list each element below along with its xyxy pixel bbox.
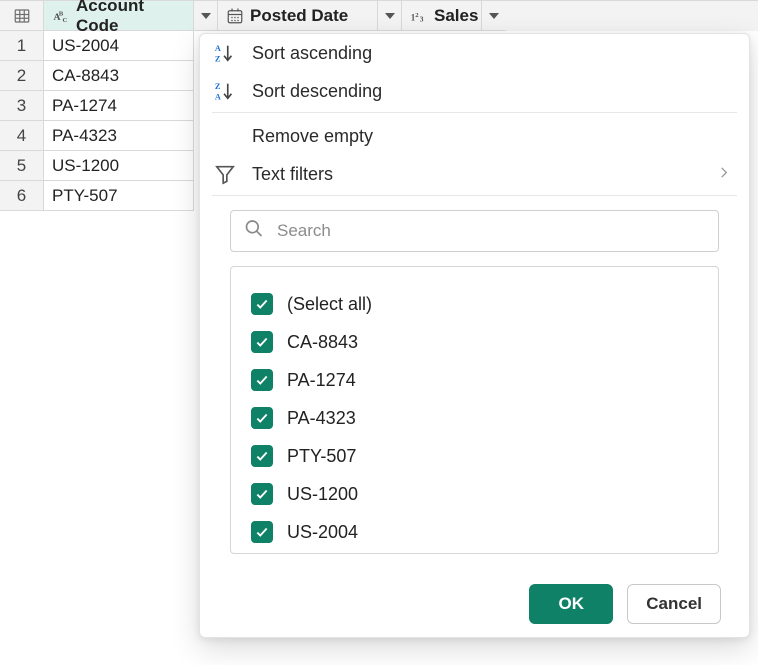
row-index: 1 — [0, 31, 44, 61]
filter-value-label: PTY-507 — [287, 446, 356, 467]
chevron-right-icon — [717, 164, 731, 185]
cell-text: US-1200 — [52, 156, 119, 176]
svg-text:Z: Z — [215, 82, 221, 91]
menu-sort-ascending[interactable]: A Z Sort ascending — [200, 34, 749, 72]
sort-desc-icon: Z A — [214, 80, 236, 102]
checkbox-checked[interactable] — [251, 483, 273, 505]
number-type-icon: 1 2 3 — [410, 7, 428, 25]
svg-text:C: C — [63, 17, 68, 24]
svg-text:B: B — [59, 10, 64, 17]
ok-button[interactable]: OK — [529, 584, 613, 624]
checkbox-checked[interactable] — [251, 407, 273, 429]
checkbox-checked[interactable] — [251, 521, 273, 543]
text-type-icon: A B C — [52, 7, 70, 25]
menu-remove-empty[interactable]: Remove empty — [200, 117, 749, 155]
menu-text-filters[interactable]: Text filters — [200, 155, 749, 193]
menu-item-label: Sort ascending — [252, 43, 372, 64]
filter-value-item[interactable]: PA-1274 — [251, 361, 698, 399]
svg-text:A: A — [215, 44, 221, 53]
checkbox-checked[interactable] — [251, 293, 273, 315]
column-filter-posted[interactable] — [378, 1, 402, 31]
check-icon — [255, 487, 269, 501]
filter-value-label: (Select all) — [287, 294, 372, 315]
cell-account[interactable]: US-2004 — [44, 31, 194, 61]
filter-value-item[interactable]: PA-4323 — [251, 399, 698, 437]
check-icon — [255, 373, 269, 387]
table-icon — [13, 7, 31, 25]
check-icon — [255, 525, 269, 539]
row-index: 4 — [0, 121, 44, 151]
row-index: 6 — [0, 181, 44, 211]
filter-value-item[interactable]: CA-8843 — [251, 323, 698, 361]
cell-account[interactable]: PTY-507 — [44, 181, 194, 211]
check-icon — [255, 297, 269, 311]
column-header-sales[interactable]: 1 2 3 Sales — [402, 1, 482, 31]
cell-account[interactable]: CA-8843 — [44, 61, 194, 91]
menu-item-label: Text filters — [252, 164, 333, 185]
filter-value-item[interactable]: PTY-507 — [251, 437, 698, 475]
header-row: A B C Account Code Posted Dat — [0, 1, 758, 31]
filter-value-item[interactable]: US-2004 — [251, 513, 698, 551]
column-header-label: Posted Date — [250, 6, 373, 26]
svg-text:3: 3 — [420, 14, 424, 23]
cell-text: CA-8843 — [52, 66, 119, 86]
column-header-posted[interactable]: Posted Date — [218, 1, 378, 31]
menu-item-label: Remove empty — [252, 126, 373, 147]
search-icon — [244, 219, 264, 244]
filter-value-label: US-2004 — [287, 522, 358, 543]
checkbox-checked[interactable] — [251, 445, 273, 467]
filter-value-item[interactable]: US-1200 — [251, 475, 698, 513]
checkbox-checked[interactable] — [251, 369, 273, 391]
filter-value-label: PA-4323 — [287, 408, 356, 429]
cell-text: PTY-507 — [52, 186, 118, 206]
column-filter-account[interactable] — [194, 1, 218, 31]
caret-down-icon — [489, 13, 499, 19]
cell-account[interactable]: US-1200 — [44, 151, 194, 181]
filter-value-label: US-1200 — [287, 484, 358, 505]
filter-value-label: PA-1274 — [287, 370, 356, 391]
button-label: OK — [559, 594, 585, 614]
cancel-button[interactable]: Cancel — [627, 584, 721, 624]
menu-item-label: Sort descending — [252, 81, 382, 102]
cell-text: PA-1274 — [52, 96, 117, 116]
filter-value-item[interactable]: (Select all) — [251, 285, 698, 323]
column-header-account[interactable]: A B C Account Code — [44, 1, 194, 31]
row-index: 3 — [0, 91, 44, 121]
svg-text:2: 2 — [415, 11, 419, 18]
header-corner[interactable] — [0, 1, 44, 31]
button-label: Cancel — [646, 594, 702, 614]
check-icon — [255, 335, 269, 349]
check-icon — [255, 411, 269, 425]
cell-text: PA-4323 — [52, 126, 117, 146]
svg-text:A: A — [215, 92, 221, 101]
menu-sort-descending[interactable]: Z A Sort descending — [200, 72, 749, 110]
row-index: 5 — [0, 151, 44, 181]
svg-text:Z: Z — [215, 54, 221, 63]
caret-down-icon — [201, 13, 211, 19]
check-icon — [255, 449, 269, 463]
cell-text: US-2004 — [52, 36, 119, 56]
column-header-label: Sales — [434, 6, 478, 26]
column-filter-sales[interactable] — [482, 1, 506, 31]
checkbox-checked[interactable] — [251, 331, 273, 353]
cell-account[interactable]: PA-1274 — [44, 91, 194, 121]
filter-dropdown-panel: A Z Sort ascending Z A Sort descending — [199, 33, 750, 638]
calendar-icon — [226, 7, 244, 25]
row-index: 2 — [0, 61, 44, 91]
caret-down-icon — [385, 13, 395, 19]
filter-values-list: (Select all) CA-8843 PA-1274 PA-4323 PTY-507… — [230, 266, 719, 554]
menu-separator — [212, 195, 737, 196]
sort-asc-icon: A Z — [214, 42, 236, 64]
menu-separator — [212, 112, 737, 113]
filter-search-input[interactable] — [230, 210, 719, 252]
filter-value-label: CA-8843 — [287, 332, 358, 353]
cell-account[interactable]: PA-4323 — [44, 121, 194, 151]
funnel-icon — [214, 163, 236, 185]
